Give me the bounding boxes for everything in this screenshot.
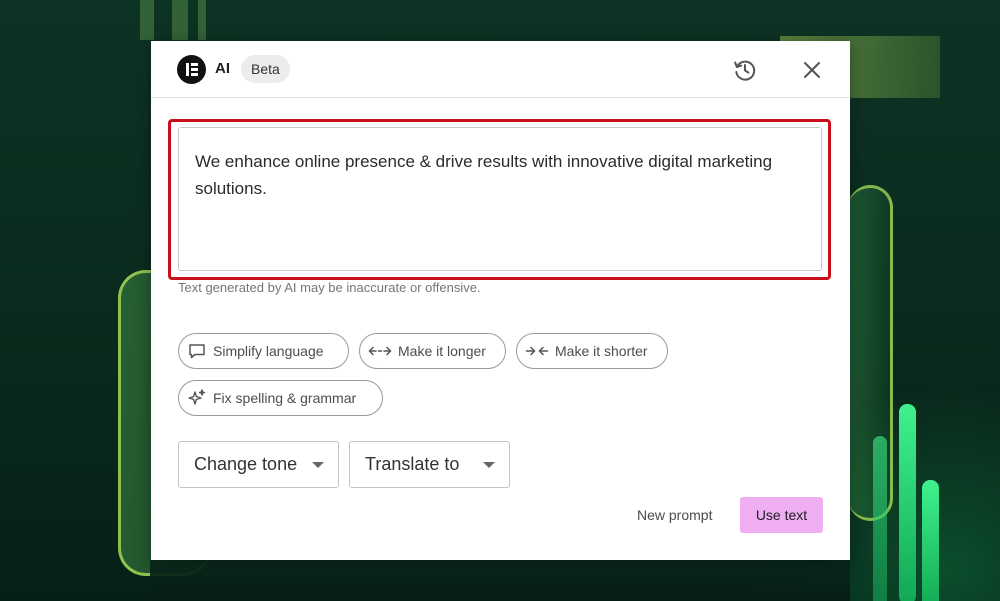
- elementor-logo-icon: [177, 55, 206, 84]
- speech-bubble-icon: [189, 344, 205, 359]
- chevron-down-icon: [312, 461, 324, 468]
- chip-label: Simplify language: [213, 343, 324, 359]
- chevron-down-icon: [483, 461, 495, 468]
- history-icon[interactable]: [732, 57, 758, 83]
- sparkles-icon: [188, 389, 206, 405]
- dialog-header: AI Beta: [151, 41, 850, 98]
- generated-text-area[interactable]: We enhance online presence & drive resul…: [178, 127, 822, 271]
- shrink-arrows-icon: [525, 346, 549, 356]
- make-it-shorter-button[interactable]: Make it shorter: [516, 333, 668, 369]
- ai-disclaimer: Text generated by AI may be inaccurate o…: [178, 280, 481, 295]
- change-tone-dropdown[interactable]: Change tone: [178, 441, 339, 488]
- beta-badge: Beta: [241, 55, 290, 83]
- close-icon[interactable]: [799, 57, 825, 83]
- dropdown-label: Change tone: [194, 454, 298, 474]
- chip-label: Fix spelling & grammar: [213, 390, 357, 406]
- chip-label: Make it shorter: [555, 343, 648, 359]
- new-prompt-button[interactable]: New prompt: [627, 497, 722, 533]
- background-floor: [150, 560, 850, 601]
- expand-arrows-icon: [368, 346, 392, 356]
- background-stripe: [172, 0, 188, 40]
- simplify-language-button[interactable]: Simplify language: [178, 333, 349, 369]
- make-it-longer-button[interactable]: Make it longer: [359, 333, 506, 369]
- translate-to-dropdown[interactable]: Translate to: [349, 441, 510, 488]
- dialog-title: AI: [215, 60, 230, 77]
- dropdown-label: Translate to: [365, 454, 460, 474]
- background-stripe: [198, 0, 206, 40]
- background-bar: [922, 480, 939, 601]
- chip-label: Make it longer: [398, 343, 486, 359]
- ai-dialog: AI Beta We enhance online presence & dri…: [151, 41, 850, 560]
- use-text-button[interactable]: Use text: [740, 497, 823, 533]
- background-bar: [873, 436, 887, 601]
- background-stripe: [140, 0, 154, 40]
- fix-spelling-grammar-button[interactable]: Fix spelling & grammar: [178, 380, 383, 416]
- background-bar: [899, 404, 916, 601]
